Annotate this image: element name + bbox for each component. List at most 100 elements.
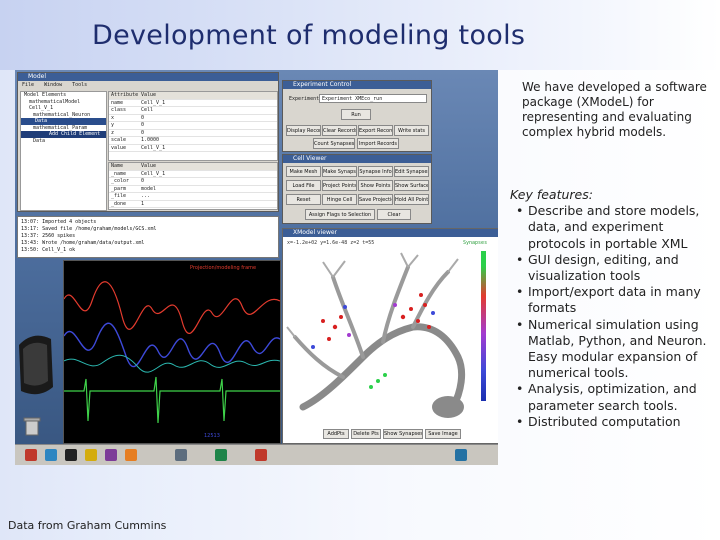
table-row[interactable]: _parm model	[109, 186, 277, 193]
feature-item: Import/export data in many formats	[510, 284, 715, 316]
log-line: 13:37: 2560 spikes	[21, 233, 76, 239]
hinge-cell-button[interactable]: Hinge Cell	[322, 194, 357, 205]
experiment-control-window: Experiment Control Experiment Experiment…	[282, 80, 432, 152]
table-row[interactable]: name Cell_V_1	[109, 100, 277, 107]
synapse-info-button[interactable]: Synapse Info	[358, 166, 393, 177]
edit-synapses-button[interactable]: Edit Synapses	[394, 166, 429, 177]
feature-item: Describe and store models, data, and exp…	[510, 203, 715, 252]
plot-header-text: Projection/modeling frame	[190, 265, 256, 271]
experiment-select[interactable]: Experiment XMEco_run	[319, 94, 427, 103]
value-table[interactable]: Name Value _name Cell_V_1 _color 0 _parm mod…	[108, 162, 278, 210]
table-row[interactable]: class Cell	[109, 107, 277, 115]
run-button[interactable]: Run	[341, 109, 371, 120]
home-icon[interactable]	[25, 449, 37, 461]
viewer-window-title: XModel viewer	[283, 229, 498, 237]
table-row[interactable]: scale 1.0000	[109, 137, 277, 145]
menu-window[interactable]: Window	[44, 82, 62, 89]
element-tree[interactable]: Model Elements mathematicalModel Cell_V_…	[20, 91, 107, 211]
features-heading: Key features:	[510, 187, 593, 202]
log-console[interactable]: 13:07: Imported 4 objects 13:17: Saved f…	[17, 216, 279, 258]
coordinate-readout: x=-1.2e+02 y=1.6e-48 z=2 t=55	[287, 240, 375, 246]
load-file-button[interactable]: Load File	[286, 180, 321, 191]
write-stats-button[interactable]: Write stats	[394, 125, 429, 136]
save-projection-button[interactable]: Save Projection	[358, 194, 393, 205]
attribute-table[interactable]: Attribute Value name Cell_V_1 class Cell x0…	[108, 91, 278, 161]
monitor-icon[interactable]	[175, 449, 187, 461]
trace-blue	[63, 322, 281, 368]
count-synapses-button[interactable]: Count Synapses	[313, 138, 355, 149]
table-header[interactable]: Value	[139, 163, 156, 170]
table-row[interactable]: _name Cell_V_1	[109, 171, 277, 178]
color-scale-legend	[481, 251, 486, 401]
experiment-window-title: Experiment Control	[283, 81, 431, 89]
menu-file[interactable]: File	[22, 82, 34, 89]
display-records-button[interactable]: Display Records	[286, 125, 321, 136]
network-icon[interactable]	[455, 449, 467, 461]
save-image-button[interactable]: Save Image	[425, 429, 461, 439]
mail-icon[interactable]	[85, 449, 97, 461]
features-list: Describe and store models, data, and exp…	[510, 203, 715, 430]
plot-footer-text: 12513	[204, 433, 220, 439]
reset-button[interactable]: Reset	[286, 194, 321, 205]
show-surface-button[interactable]: Show Surface	[394, 180, 429, 191]
screenshot-collage: Model File Window Tools Model Elements m…	[15, 70, 498, 465]
viewer-icon[interactable]	[255, 449, 267, 461]
folder-icon[interactable]	[125, 449, 137, 461]
key-features: Key features: Describe and store models,…	[510, 187, 715, 430]
make-mesh-button[interactable]: Make Mesh	[286, 166, 321, 177]
delete-points-button[interactable]: Delete Pts	[351, 429, 381, 439]
desktop-device-image	[19, 335, 53, 395]
terminal-icon[interactable]	[65, 449, 77, 461]
browser-icon[interactable]	[45, 449, 57, 461]
project-points-button[interactable]: Project Points	[322, 180, 357, 191]
table-row[interactable]: _done 1	[109, 201, 277, 208]
model-window-title: Model	[18, 73, 278, 81]
settings-icon[interactable]	[215, 449, 227, 461]
clear-records-button[interactable]: Clear Records	[322, 125, 357, 136]
table-header[interactable]: Attribute	[109, 92, 139, 99]
table-row[interactable]: _file...	[109, 193, 277, 201]
table-row[interactable]: value Cell_V_1	[109, 145, 277, 152]
log-line: 13:17: Saved file /home/graham/models/GC…	[21, 226, 157, 232]
neuron-rendering	[286, 252, 466, 418]
show-synapses-button[interactable]: Show Synapses	[383, 429, 423, 439]
feature-item: Numerical simulation using Matlab, Pytho…	[510, 317, 715, 382]
feature-item: Distributed computation	[510, 414, 715, 430]
feature-item: GUI design, editing, and visualization t…	[510, 252, 715, 284]
cell-window-title: Cell Viewer	[283, 155, 431, 163]
taskbar	[15, 444, 498, 465]
neuron-3d-viewer[interactable]: XModel viewer x=-1.2e+02 y=1.6e-48 z=2 t…	[282, 228, 498, 444]
table-header[interactable]: Value	[139, 92, 156, 99]
trace-green	[64, 376, 280, 424]
editor-icon[interactable]	[105, 449, 117, 461]
table-row[interactable]: _color 0	[109, 178, 277, 186]
import-records-button[interactable]: Import Records	[357, 138, 399, 149]
table-row[interactable]: y0	[109, 122, 277, 130]
model-menubar: File Window Tools	[22, 82, 87, 89]
assign-flags-button[interactable]: Assign Flags to Selection	[305, 209, 375, 220]
legend-label: Synapses	[463, 240, 488, 246]
cell-viewer-window: Cell Viewer Make Mesh Make Synapses Syna…	[282, 154, 432, 224]
add-points-button[interactable]: AddPts	[323, 429, 349, 439]
trace-plot-window: Projection/modeling frame 12513	[63, 260, 281, 444]
credit-text: Data from Graham Cummins	[8, 519, 167, 532]
trace-teal	[63, 354, 281, 373]
export-records-button[interactable]: Export Records	[358, 125, 393, 136]
table-header[interactable]: Name	[109, 163, 139, 170]
table-row[interactable]: z0	[109, 130, 277, 137]
trace-plot: Projection/modeling frame 12513	[63, 265, 281, 439]
hold-points-button[interactable]: Hold All Points	[394, 194, 429, 205]
show-points-button[interactable]: Show Points	[358, 180, 393, 191]
table-row[interactable]: x0	[109, 115, 277, 122]
menu-tools[interactable]: Tools	[72, 82, 87, 89]
clear-button[interactable]: Clear	[377, 209, 411, 220]
trash-icon[interactable]	[21, 415, 43, 439]
log-line: 13:07: Imported 4 objects	[21, 219, 97, 225]
make-synapses-button[interactable]: Make Synapses	[322, 166, 357, 177]
slide-title: Development of modeling tools	[92, 20, 526, 51]
tree-node[interactable]: Data	[21, 138, 106, 145]
log-line: 13:43: Wrote /home/graham/data/output.xm…	[21, 240, 145, 246]
synapse-markers	[311, 293, 435, 389]
experiment-select-value: Experiment XMEco_run	[322, 96, 383, 102]
experiment-label: Experiment	[289, 96, 320, 102]
